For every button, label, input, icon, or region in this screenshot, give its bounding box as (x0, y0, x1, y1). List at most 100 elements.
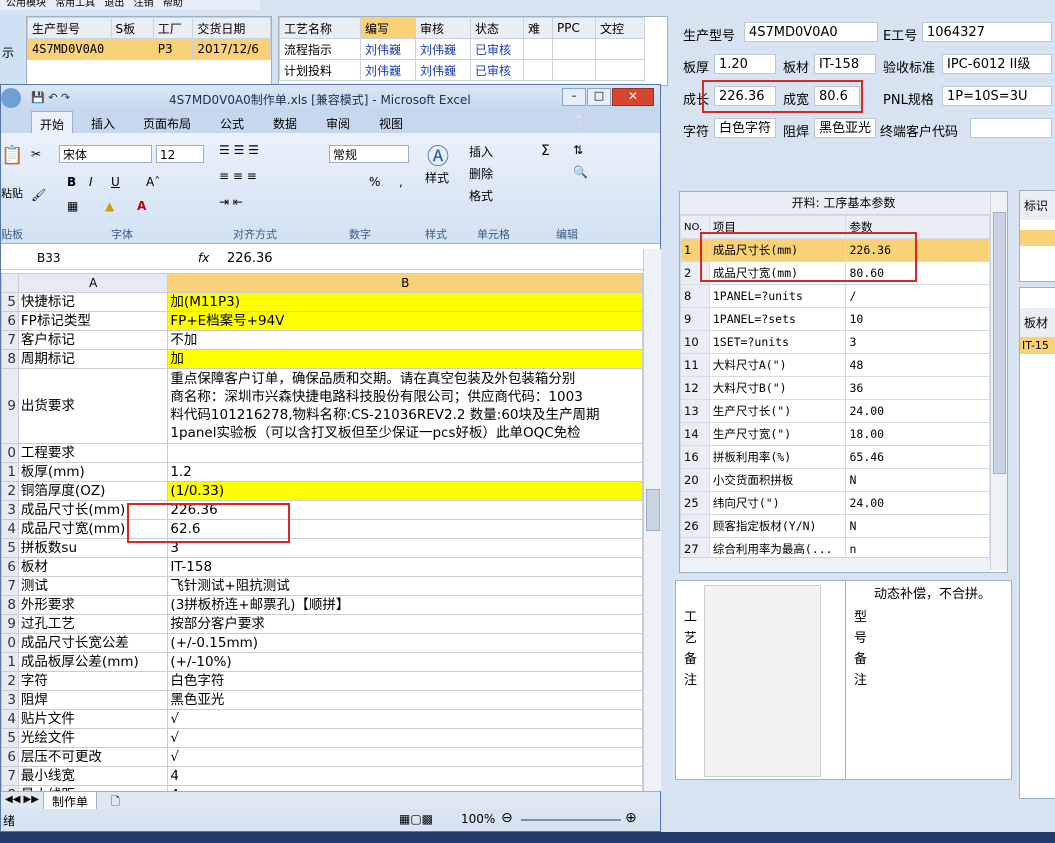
tab-nav-icons[interactable]: ◀◀ ▶▶ (5, 794, 39, 805)
row-header[interactable]: 0 (1, 443, 19, 463)
tab-review[interactable]: 审阅 (326, 115, 350, 132)
col-header-b[interactable]: B (167, 273, 643, 293)
cell-b[interactable]: (1/0.33) (167, 481, 643, 501)
table-row[interactable]: 计划投料 刘伟巍 刘伟巍 已审核 (279, 59, 645, 81)
end-customer-field[interactable] (970, 118, 1052, 138)
fill-color-icon[interactable]: ▲ (105, 199, 114, 213)
cell-reviewer[interactable]: 刘伟巍 (415, 59, 471, 81)
insert-cells-button[interactable]: 插入 (469, 143, 493, 160)
cell-a[interactable]: FP标记类型 (17, 311, 169, 331)
cell-no[interactable]: 12 (680, 376, 710, 400)
row-header[interactable]: 4 (1, 709, 19, 729)
table-row[interactable]: 13 生产尺寸长(") 24.00 (680, 399, 990, 423)
row-header[interactable]: 8 (1, 595, 19, 615)
row-header[interactable]: 5 (1, 292, 19, 312)
cell-b[interactable]: 加 (167, 349, 643, 369)
cell-b[interactable]: (3拼板桥连+邮票孔)【顺拼】 (167, 595, 643, 615)
material-field[interactable]: IT-158 (814, 54, 876, 74)
cell-a[interactable]: 过孔工艺 (17, 614, 169, 634)
table-row[interactable]: 7 测试 飞针测试+阻抗测试 (1, 576, 643, 596)
cell-b[interactable]: 加(M11P3) (167, 292, 643, 312)
find-icon[interactable]: 🔍 (573, 165, 588, 179)
cell-b[interactable]: IT-158 (167, 557, 643, 577)
sheet-vertical-scrollbar[interactable] (643, 249, 661, 791)
cell-b[interactable]: 1.2 (167, 462, 643, 482)
paste-icon[interactable]: 📋 (1, 145, 23, 166)
table-row[interactable]: 3 阻焊 黑色亚光 (1, 690, 643, 710)
cell-no[interactable]: 10 (680, 330, 710, 354)
cell-item[interactable]: 生产尺寸长(") (708, 399, 847, 423)
cell-b[interactable]: 不加 (167, 330, 643, 350)
cell-no[interactable]: 9 (680, 307, 710, 331)
cell-a[interactable]: 贴片文件 (17, 709, 169, 729)
cell-author[interactable]: 刘伟巍 (360, 38, 416, 60)
table-row[interactable]: 6 层压不可更改 √ (1, 747, 643, 767)
zoom-level[interactable]: 100% (461, 812, 495, 826)
menu-logout[interactable]: 注销 (134, 0, 154, 9)
row-header[interactable]: 5 (1, 538, 19, 558)
cell-item[interactable]: 纬向尺寸(") (708, 491, 847, 515)
col-doc-control[interactable]: 文控 (595, 17, 645, 39)
tab-data[interactable]: 数据 (273, 115, 297, 132)
row-header[interactable]: 6 (1, 557, 19, 577)
cell-a[interactable]: 板材 (17, 557, 169, 577)
table-row[interactable]: 9 过孔工艺 按部分客户要求 (1, 614, 643, 634)
percent-icon[interactable]: % (369, 175, 380, 189)
minimize-icon[interactable]: – (562, 88, 586, 106)
table-row[interactable]: 2 铜箔厚度(OZ) (1/0.33) (1, 481, 643, 501)
cell-a[interactable]: 铜箔厚度(OZ) (17, 481, 169, 501)
table-row[interactable]: 4 成品尺寸宽(mm) 62.6 (1, 519, 643, 539)
row-header[interactable]: 9 (1, 614, 19, 634)
name-box[interactable]: B33 (37, 251, 61, 265)
row-header[interactable]: 1 (1, 462, 19, 482)
row-header[interactable]: 0 (1, 633, 19, 653)
table-row[interactable]: 1 成品板厚公差(mm) (+/-10%) (1, 652, 643, 672)
cell-a[interactable]: 外形要求 (17, 595, 169, 615)
mask-field[interactable]: 黑色亚光 (814, 118, 876, 138)
table-row[interactable]: 流程指示 刘伟巍 刘伟巍 已审核 (279, 38, 645, 60)
cell-item[interactable]: 1PANEL=?units (708, 284, 847, 308)
font-name-select[interactable]: 宋体 (59, 145, 152, 163)
number-format-select[interactable]: 常规 (329, 145, 409, 163)
cell-b[interactable]: FP+E档案号+94V (167, 311, 643, 331)
formula-input[interactable]: 226.36 (227, 251, 273, 266)
prod-model-field[interactable]: 4S7MD0V0A0 (744, 22, 878, 42)
table-row[interactable]: 16 拼板利用率(%) 65.46 (680, 445, 990, 469)
cell-item[interactable]: 顾客指定板材(Y/N) (708, 514, 847, 538)
col-process-name[interactable]: 工艺名称 (279, 17, 361, 39)
cell-a[interactable]: 成品尺寸长宽公差 (17, 633, 169, 653)
bold-icon[interactable]: B (67, 175, 76, 189)
row-header[interactable]: 8 (1, 349, 19, 369)
cell-a[interactable]: 阻焊 (17, 690, 169, 710)
cell-no[interactable]: 11 (680, 353, 710, 377)
table-row[interactable]: 5 快捷标记 加(M11P3) (1, 292, 643, 312)
cell-param[interactable]: 24.00 (845, 399, 990, 423)
row-header[interactable]: 7 (1, 576, 19, 596)
grow-font-icon[interactable]: Aˆ (146, 175, 160, 189)
table-row[interactable]: 9 1PANEL=?sets 10 (680, 307, 990, 331)
col-status[interactable]: 状态 (470, 17, 524, 39)
cell-no[interactable]: 20 (680, 468, 710, 492)
cell-b[interactable] (167, 443, 643, 463)
cell-b[interactable]: 按部分客户要求 (167, 614, 643, 634)
row-header[interactable]: 2 (1, 671, 19, 691)
restore-icon[interactable]: □ (587, 88, 611, 106)
cell-item[interactable]: 1PANEL=?sets (708, 307, 847, 331)
cell-param[interactable]: N (845, 514, 990, 538)
office-button-icon[interactable] (1, 88, 21, 108)
menu-help[interactable]: 帮助 (163, 0, 183, 9)
menu-common-tools[interactable]: 常用工具 (55, 0, 95, 9)
cell-b[interactable]: √ (167, 728, 643, 748)
table-row[interactable]: 5 光绘文件 √ (1, 728, 643, 748)
table-row[interactable]: 5 拼板数su 3 (1, 538, 643, 558)
table-row[interactable]: 6 板材 IT-158 (1, 557, 643, 577)
horizontal-scrollbar[interactable] (680, 557, 990, 572)
menu-common-modules[interactable]: 公用模块 (6, 0, 46, 9)
view-buttons[interactable]: ▦▢▩ (399, 812, 433, 826)
italic-icon[interactable]: I (89, 175, 93, 189)
cell-b[interactable]: 飞针测试+阻抗测试 (167, 576, 643, 596)
sort-filter-icon[interactable]: ⇅ (573, 143, 583, 157)
cell-b[interactable]: 黑色亚光 (167, 690, 643, 710)
table-row[interactable]: 9 出货要求 重点保障客户订单，确保品质和交期。请在真空包装及外包装箱分别 商名… (1, 368, 643, 444)
table-row[interactable]: 8 外形要求 (3拼板桥连+邮票孔)【顺拼】 (1, 595, 643, 615)
